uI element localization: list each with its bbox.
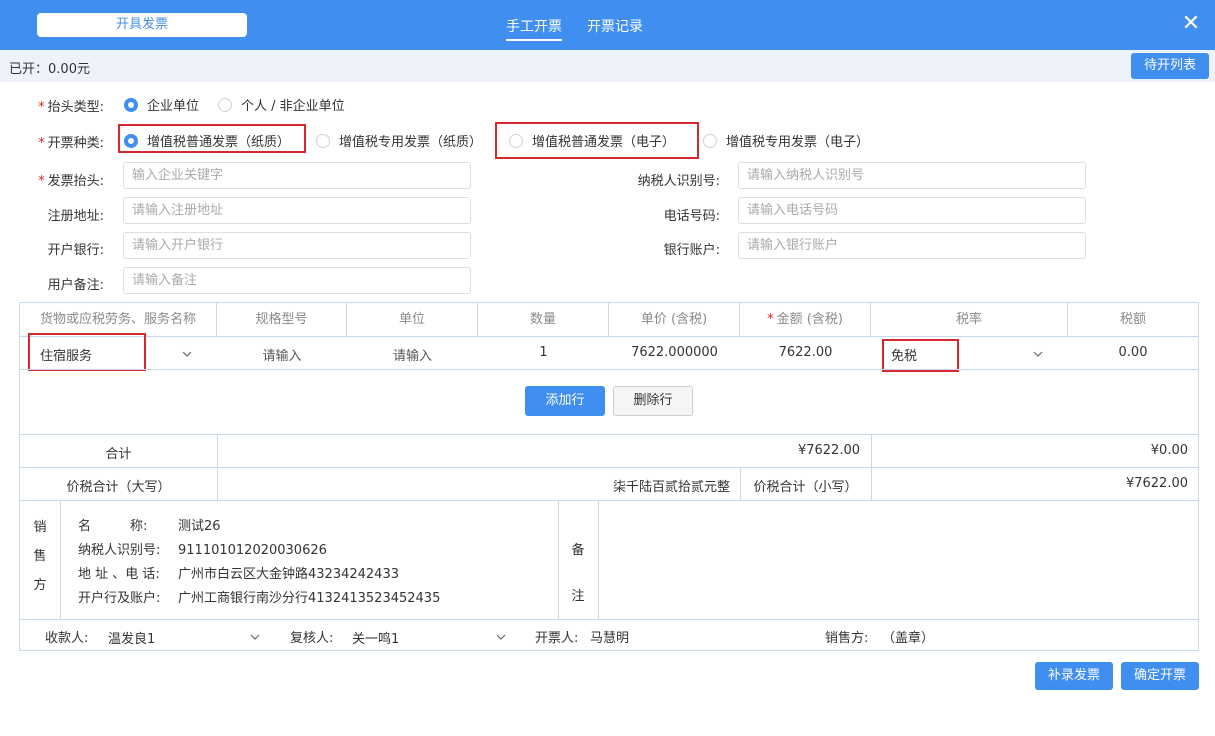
sum-lower-label: 价税合计（小写） [753, 480, 858, 495]
reviewer-select[interactable]: 关一鸣1 [352, 628, 399, 647]
row-divider [20, 500, 1198, 501]
radio-selected-icon [124, 133, 138, 148]
tax-id-input[interactable]: 请输入纳税人识别号 [738, 162, 1086, 189]
col-header-price: 单价 (含税) [609, 303, 740, 336]
pending-list-button[interactable]: 待开列表 [1131, 53, 1209, 79]
sum-lower-value: ¥7622.00 [1125, 476, 1188, 491]
radio-personal[interactable]: 个人 / 非企业单位 [218, 95, 345, 114]
item-unit-input[interactable]: 请输入 [347, 345, 478, 364]
seller-info: 名 称: 测试26 纳税人识别号: 911101012020030626 地 址 、… [78, 519, 441, 606]
radio-vat-normal-paper[interactable]: 增值税普通发票（纸质） [124, 131, 290, 150]
radio-vat-special-electronic[interactable]: 增值税专用发票（电子） [703, 131, 869, 150]
radio-vat-normal-electronic[interactable]: 增值税普通发票（电子） [509, 131, 675, 150]
col-divider [871, 434, 872, 467]
tab-invoice-records[interactable]: 开票记录 [587, 16, 643, 36]
col-header-amount: * 金额 (含税) [740, 303, 871, 336]
drawer-label: 开票人: [535, 631, 579, 646]
bank-label: 开户银行: [47, 243, 104, 258]
remark-side-label: 备 注 [571, 543, 585, 604]
radio-empty-icon [218, 97, 232, 112]
sub-bar: 已开：0.00元 待开列表 [0, 50, 1215, 82]
account-input[interactable]: 请输入银行账户 [738, 232, 1086, 259]
item-price-input[interactable]: 7622.000000 [609, 345, 740, 360]
confirm-invoice-button[interactable]: 确定开票 [1121, 662, 1199, 690]
col-header-name: 货物或应税劳务、服务名称 [20, 303, 217, 336]
remark-input[interactable]: 请输入备注 [123, 267, 471, 294]
chevron-down-icon[interactable] [1033, 349, 1043, 359]
payee-select[interactable]: 温发良1 [108, 628, 155, 647]
tax-id-label: 纳税人识别号: [637, 174, 720, 189]
invoice-type-label: * 开票种类: [38, 136, 104, 151]
sum-upper-value: 柒千陆百贰拾贰元整 [612, 480, 730, 495]
col-divider [871, 467, 872, 500]
close-icon[interactable]: ✕ [1179, 12, 1203, 36]
row-divider [20, 369, 1198, 370]
delete-row-button[interactable]: 删除行 [613, 386, 693, 416]
invoice-items-table: 货物或应税劳务、服务名称 规格型号 单位 数量 单价 (含税) * 金额 (含税)… [19, 302, 1199, 651]
col-divider [598, 500, 599, 619]
title-type-label: * 抬头类型: [38, 100, 104, 115]
col-header-tax-rate: 税率 [871, 303, 1068, 336]
add-row-button[interactable]: 添加行 [525, 386, 605, 416]
highlight-box-item-name [28, 333, 146, 371]
payee-label: 收款人: [45, 631, 89, 646]
total-label: 合计 [105, 447, 132, 462]
item-tax-value: 0.00 [1118, 345, 1148, 360]
col-header-tax: 税额 [1068, 303, 1198, 336]
row-divider [20, 619, 1198, 620]
address-label: 注册地址: [47, 209, 104, 224]
remark-label: 用户备注: [47, 278, 104, 293]
opened-amount: 已开：0.00元 [9, 62, 90, 77]
seller-stamp-value: （盖章） [882, 631, 935, 646]
tab-manual-invoice[interactable]: 手工开票 [506, 16, 562, 41]
dialog-header: 开具发票 手工开票 开票记录 ✕ [0, 0, 1215, 50]
item-amount-input[interactable]: 7622.00 [740, 345, 871, 360]
invoice-title-input[interactable]: 输入企业关键字 [123, 162, 471, 189]
radio-empty-icon [509, 133, 523, 148]
sum-upper-label: 价税合计（大写） [66, 480, 171, 495]
row-divider [20, 434, 1198, 435]
supplement-invoice-button[interactable]: 补录发票 [1035, 662, 1113, 690]
highlight-box-tax-rate [882, 339, 959, 372]
chevron-down-icon[interactable] [182, 349, 192, 359]
radio-vat-special-paper[interactable]: 增值税专用发票（纸质） [316, 131, 482, 150]
row-divider [20, 336, 1198, 337]
phone-label: 电话号码: [663, 209, 720, 224]
bank-input[interactable]: 请输入开户银行 [123, 232, 471, 259]
seller-side-label: 销 售 方 [33, 520, 47, 593]
radio-enterprise[interactable]: 企业单位 [124, 95, 199, 114]
col-header-spec: 规格型号 [217, 303, 347, 336]
radio-selected-icon [124, 97, 138, 112]
radio-empty-icon [316, 133, 330, 148]
total-tax: ¥0.00 [1150, 443, 1188, 458]
col-header-unit: 单位 [347, 303, 478, 336]
phone-input[interactable]: 请输入电话号码 [738, 197, 1086, 224]
col-divider [60, 500, 61, 619]
chevron-down-icon[interactable] [250, 632, 260, 642]
seller-stamp-label: 销售方: [825, 631, 869, 646]
drawer-value: 马慧明 [590, 631, 630, 646]
col-header-qty: 数量 [478, 303, 609, 336]
issue-invoice-button[interactable]: 开具发票 [37, 13, 247, 37]
radio-empty-icon [703, 133, 717, 148]
address-input[interactable]: 请输入注册地址 [123, 197, 471, 224]
item-spec-input[interactable]: 请输入 [217, 345, 347, 364]
row-divider [20, 467, 1198, 468]
item-qty-input[interactable]: 1 [478, 345, 609, 360]
invoice-title-label: * 发票抬头: [38, 174, 104, 189]
account-label: 银行账户: [663, 243, 720, 258]
total-amount: ¥7622.00 [797, 443, 860, 458]
reviewer-label: 复核人: [290, 631, 334, 646]
chevron-down-icon[interactable] [496, 632, 506, 642]
